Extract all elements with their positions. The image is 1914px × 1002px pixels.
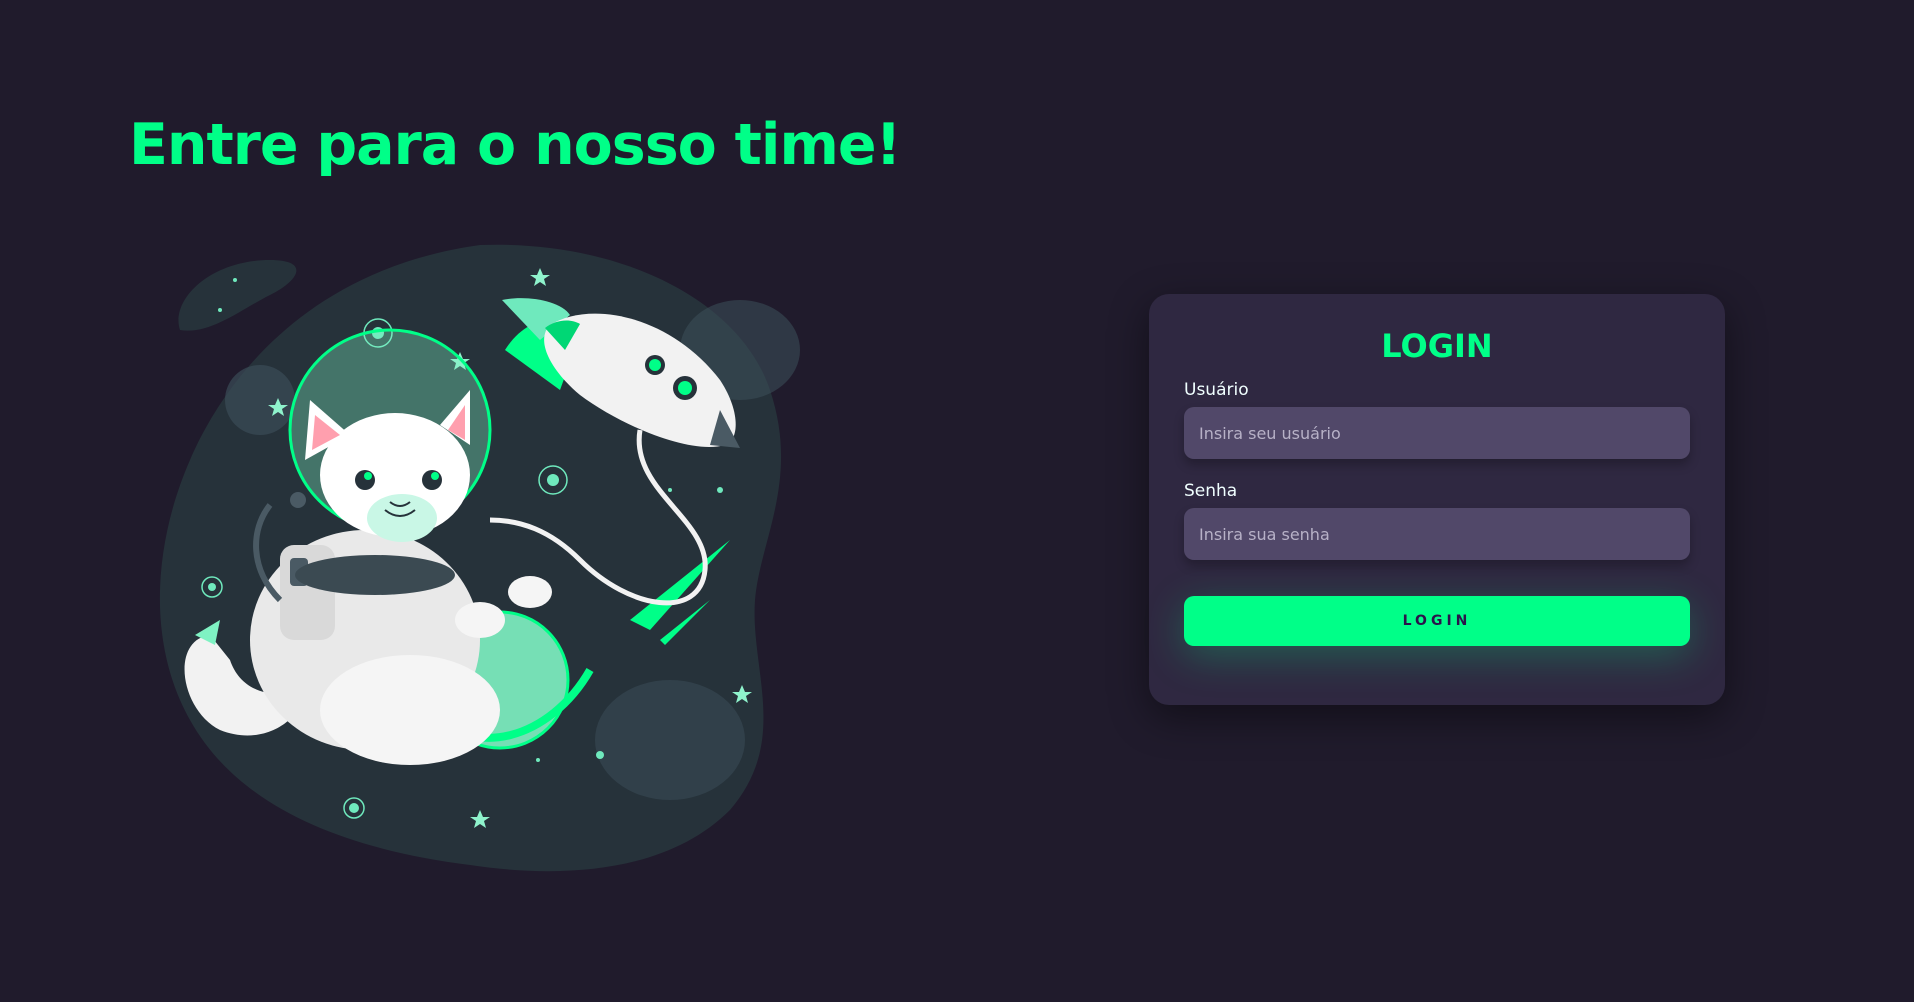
hero-title: Entre para o nosso time!: [129, 112, 901, 178]
login-title: LOGIN: [1381, 327, 1493, 365]
login-page: Entre para o nosso time! LOGIN Usuário I…: [0, 0, 1914, 1002]
password-input[interactable]: [1184, 508, 1690, 560]
username-label: Usuário: [1184, 380, 1249, 400]
illustration-blob-small: [178, 260, 297, 331]
login-card: LOGIN Usuário Senha LOGIN: [1149, 294, 1725, 705]
username-input[interactable]: [1184, 407, 1690, 459]
password-label: Senha: [1184, 481, 1238, 501]
login-button[interactable]: LOGIN: [1184, 596, 1690, 646]
astronaut-cat-illustration: [159, 244, 800, 872]
